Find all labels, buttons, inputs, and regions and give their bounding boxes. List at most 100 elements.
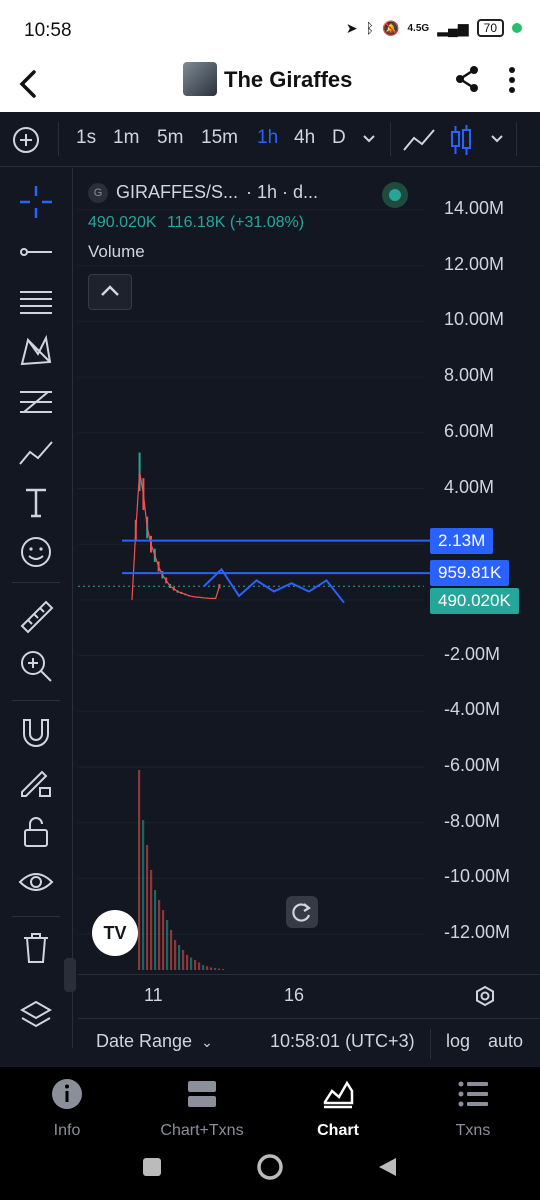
nav-info[interactable]: Info [7, 1077, 127, 1140]
price-tick-label: 12.00M [444, 253, 505, 274]
nav-label: Txns [455, 1122, 491, 1139]
pattern-icon[interactable] [16, 332, 56, 372]
volume-bar [142, 820, 145, 970]
toolbar-collapse-handle[interactable] [64, 958, 76, 992]
more-vert-icon[interactable] [506, 66, 518, 94]
add-symbol-icon[interactable] [12, 126, 40, 154]
price-tick-label: 4.00M [444, 476, 495, 497]
symbol-name[interactable]: GIRAFFES/S... [116, 182, 238, 203]
lock-drawing-icon[interactable] [16, 762, 56, 802]
price-tick-label: -10.00M [444, 866, 511, 887]
symbol-legend: G GIRAFFES/S... · 1h · d... [88, 182, 318, 203]
fib-retracement-icon[interactable] [16, 382, 56, 422]
chart-area-icon [323, 1080, 354, 1109]
ruler-icon[interactable] [16, 596, 56, 636]
log-scale-toggle[interactable]: log [446, 1031, 470, 1052]
volume-change: 116.18K (+31.08%) [166, 214, 305, 231]
back-nav-icon[interactable] [376, 1156, 398, 1178]
volume-bar [210, 967, 213, 970]
price-tick-label: -6.00M [444, 755, 501, 775]
zoom-in-icon[interactable] [16, 646, 56, 686]
price-tick-label: 10.00M [444, 309, 505, 330]
time-axis[interactable]: 11 16 [78, 974, 540, 1015]
timeframe-4h[interactable]: 4h [294, 127, 315, 149]
market-status-icon[interactable] [382, 182, 408, 208]
volume-bar [150, 870, 153, 970]
timeframe-15m[interactable]: 15m [201, 127, 238, 149]
chart-bottom-bar: Date Range ⌄ 10:58:01 (UTC+3) log auto [78, 1018, 540, 1069]
crosshair-icon[interactable] [16, 182, 56, 222]
reset-chart-icon[interactable] [286, 896, 318, 928]
clock-timezone[interactable]: 10:58:01 (UTC+3) [270, 1031, 415, 1052]
toolbar-divider [12, 582, 60, 583]
chevron-down-icon[interactable] [362, 134, 376, 144]
price-tick-label: 6.00M [444, 420, 495, 441]
time-tick-label: 11 [144, 985, 163, 1005]
volume-bar [178, 945, 181, 970]
auto-scale-toggle[interactable]: auto [488, 1031, 523, 1052]
volume-bar [198, 962, 201, 970]
trash-icon[interactable] [16, 928, 56, 968]
price-tick-label: -2.00M [444, 643, 501, 664]
text-tool-icon[interactable] [16, 482, 56, 522]
toolbar-divider [12, 700, 60, 701]
recents-icon[interactable] [142, 1157, 162, 1177]
nav-label: Info [53, 1122, 81, 1139]
parallel-channel-icon[interactable] [16, 282, 56, 322]
layers-icon[interactable] [16, 996, 56, 1036]
chart-pane[interactable]: G GIRAFFES/S... · 1h · d... 490.020K 116… [78, 170, 540, 1070]
split-view-icon [188, 1081, 216, 1107]
drawing-toolbar [0, 168, 73, 1048]
mute-icon: 🔕 [382, 19, 400, 36]
toolbar-divider [390, 122, 391, 156]
timeframe-1s[interactable]: 1s [76, 127, 96, 149]
nav-label: Chart+Txns [160, 1122, 244, 1139]
line-chart-type-icon[interactable] [402, 126, 436, 154]
volume-bar [154, 890, 157, 970]
trend-line-icon[interactable] [16, 432, 56, 472]
chevron-down-icon[interactable] [490, 134, 504, 144]
emoji-icon[interactable] [16, 532, 56, 572]
timeframe-d[interactable]: D [332, 127, 346, 149]
price-tag-upper-line: 2.13M [430, 527, 494, 554]
nav-label: Chart [317, 1122, 359, 1139]
collapse-legend-button[interactable] [88, 274, 132, 310]
volume-bar [194, 960, 197, 970]
symbol-avatar-icon: G [88, 182, 108, 203]
price-tick-label: 14.00M [444, 198, 505, 218]
nav-chart[interactable]: Chart [278, 1077, 398, 1140]
candles-chart-type-icon[interactable] [450, 124, 472, 156]
magnet-icon[interactable] [16, 712, 56, 752]
toolbar-divider [12, 916, 60, 917]
price-tick-label: -12.00M [444, 922, 511, 943]
timeframe-1m[interactable]: 1m [113, 127, 139, 149]
battery-icon: 70 [476, 19, 504, 37]
horizontal-ray-icon[interactable] [16, 232, 56, 272]
tradingview-logo[interactable]: TV [92, 910, 138, 956]
chart-widget: 1s 1m 5m 15m 1h 4h D G GIRAFFES/S... · 1… [0, 112, 540, 1067]
unlock-icon[interactable] [16, 812, 56, 852]
page-title: The Giraffes [224, 67, 353, 92]
nav-chart-txns[interactable]: Chart+Txns [142, 1077, 262, 1140]
volume-bar [174, 940, 177, 970]
volume-bar [206, 966, 209, 970]
settings-gear-icon[interactable] [474, 985, 496, 1007]
eye-icon[interactable] [16, 862, 56, 902]
nav-txns[interactable]: Txns [413, 1077, 533, 1140]
volume-bar [222, 969, 225, 970]
volume-bar [162, 910, 165, 970]
home-icon[interactable] [256, 1153, 284, 1181]
share-icon[interactable] [452, 64, 482, 94]
timeframe-1h[interactable]: 1h [257, 127, 278, 149]
back-arrow-icon[interactable] [14, 64, 44, 104]
timeframe-5m[interactable]: 5m [157, 127, 183, 149]
date-range-button[interactable]: Date Range ⌄ [96, 1031, 213, 1052]
volume-bar [190, 957, 193, 970]
volume-bar [166, 920, 169, 970]
price-line [131, 471, 220, 600]
time-tick-label: 16 [284, 985, 305, 1005]
price-tag-last-value: 490.020K [430, 588, 519, 615]
system-navigation [0, 1147, 540, 1200]
bottom-divider [430, 1029, 431, 1059]
bluetooth-icon: ᛒ [365, 20, 375, 36]
